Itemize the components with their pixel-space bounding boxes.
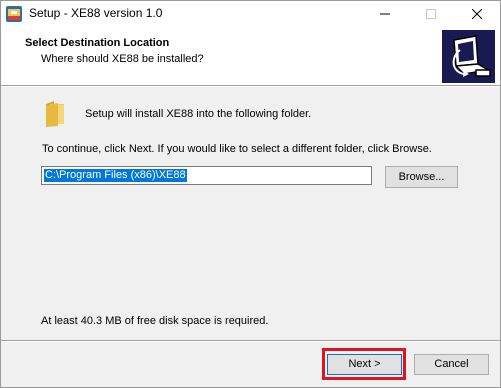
installer-app-icon xyxy=(6,6,22,22)
close-button[interactable] xyxy=(454,1,500,27)
close-icon xyxy=(472,9,482,19)
maximize-button[interactable] xyxy=(408,1,454,27)
window-title: Setup - XE88 version 1.0 xyxy=(29,6,163,20)
browse-button[interactable]: Browse... xyxy=(385,166,458,188)
destination-path-input[interactable]: C:\Program Files (x86)\XE88 xyxy=(41,166,372,185)
footer-separator xyxy=(1,340,500,342)
setup-window: Setup - XE88 version 1.0 Select Destinat… xyxy=(0,0,501,388)
page-title: Select Destination Location xyxy=(25,37,170,49)
wizard-header: Select Destination Location Where should… xyxy=(1,27,500,85)
page-subtitle: Where should XE88 be installed? xyxy=(41,53,204,65)
maximize-icon xyxy=(426,9,436,19)
disk-space-requirement: At least 40.3 MB of free disk space is r… xyxy=(41,315,269,327)
minimize-icon xyxy=(380,13,390,15)
cancel-button[interactable]: Cancel xyxy=(414,354,489,375)
folder-icon xyxy=(44,100,66,128)
next-button[interactable]: Next > xyxy=(327,354,402,375)
header-separator xyxy=(1,85,500,87)
install-info-text: Setup will install XE88 into the followi… xyxy=(85,108,312,120)
continue-instructions: To continue, click Next. If you would li… xyxy=(42,143,432,155)
computer-install-logo xyxy=(442,30,495,83)
title-bar[interactable]: Setup - XE88 version 1.0 xyxy=(1,1,500,27)
minimize-button[interactable] xyxy=(362,1,408,27)
destination-path-value: C:\Program Files (x86)\XE88 xyxy=(44,169,187,182)
